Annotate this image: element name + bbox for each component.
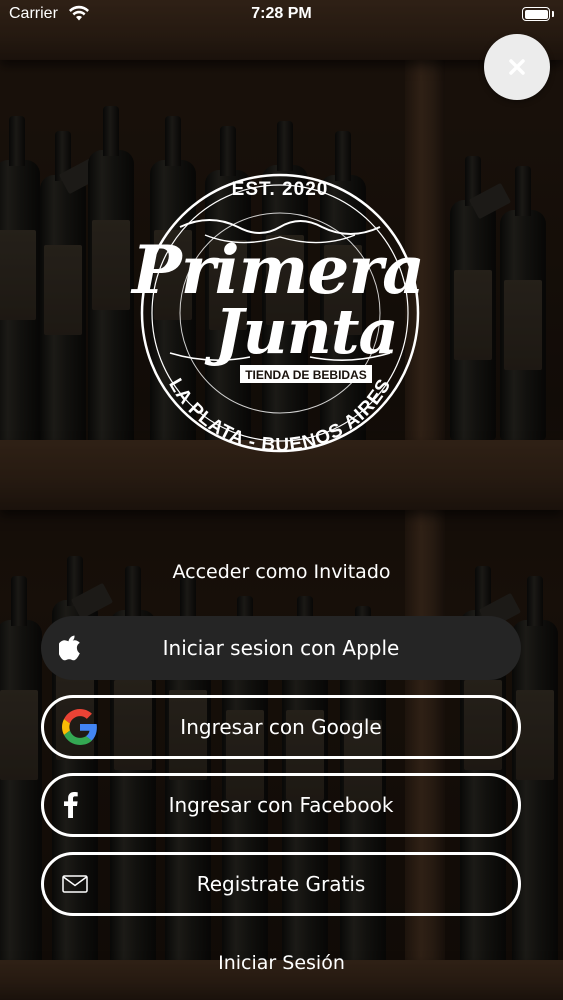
google-signin-label: Ingresar con Google [180, 715, 382, 739]
apple-signin-label: Iniciar sesion con Apple [162, 636, 400, 660]
register-label: Registrate Gratis [196, 872, 366, 896]
close-icon [509, 59, 525, 75]
apple-icon [59, 635, 81, 661]
register-button[interactable]: Registrate Gratis [41, 852, 521, 916]
google-signin-button[interactable]: Ingresar con Google [41, 695, 521, 759]
logo-name-line2: Junta [204, 295, 397, 368]
status-bar: Carrier 7:28 PM [0, 0, 563, 30]
logo-subtitle: TIENDA DE BEBIDAS [245, 368, 367, 382]
facebook-signin-button[interactable]: Ingresar con Facebook [41, 773, 521, 837]
store-logo: EST. 2020 Primera Junta TIENDA DE BEBIDA… [130, 173, 425, 456]
close-button[interactable] [484, 34, 550, 100]
facebook-signin-label: Ingresar con Facebook [168, 793, 394, 817]
logo-location: LA PLATA - BUENOS AIRES [164, 375, 395, 456]
facebook-icon [64, 792, 78, 818]
status-time: 7:28 PM [251, 5, 312, 22]
apple-signin-button[interactable]: Iniciar sesion con Apple [41, 616, 521, 680]
google-icon [62, 709, 98, 745]
dark-overlay [0, 0, 563, 1000]
logo-est: EST. 2020 [232, 179, 329, 200]
mail-icon [62, 875, 88, 893]
battery-icon [522, 7, 554, 21]
guest-access-link[interactable]: Acceder como Invitado [0, 561, 563, 583]
background-image [0, 0, 563, 1000]
login-link[interactable]: Iniciar Sesión [0, 952, 563, 974]
